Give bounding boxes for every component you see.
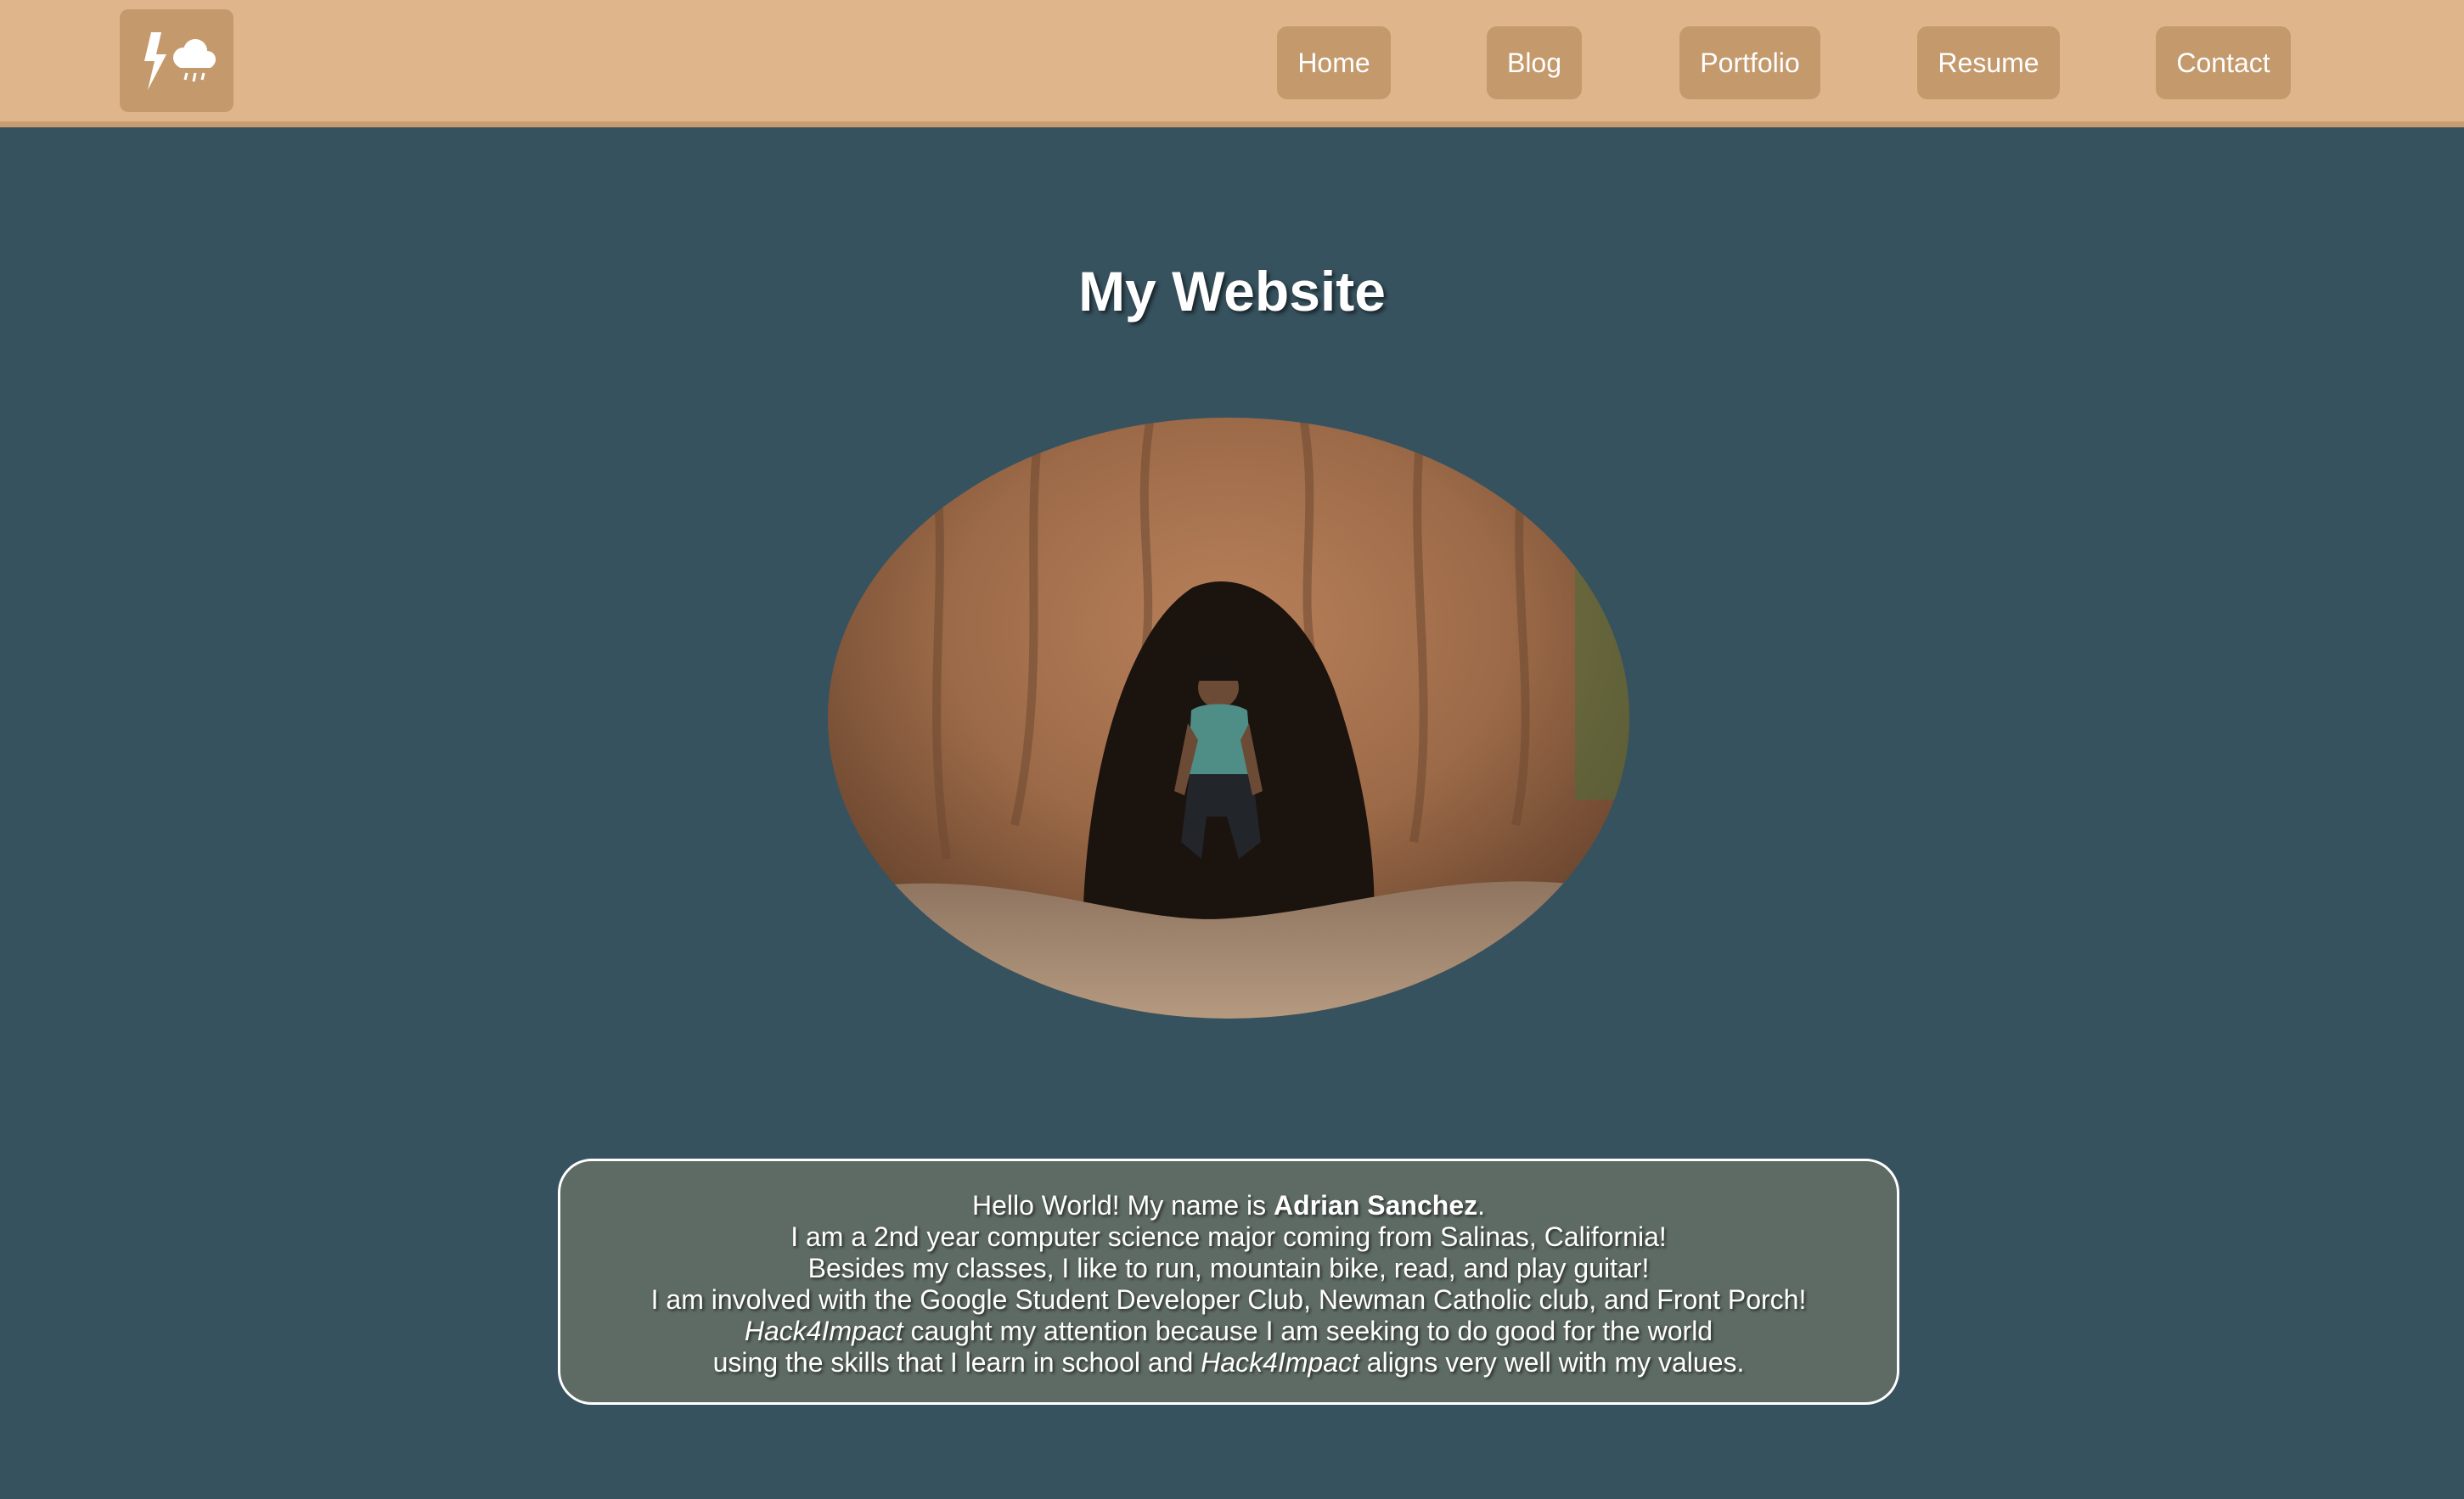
bio-box: Hello World! My name is Adrian Sanchez. … xyxy=(558,1159,1899,1405)
nav-blog-button[interactable]: Blog xyxy=(1487,26,1582,99)
nav-home-button[interactable]: Home xyxy=(1277,26,1391,99)
bio-line-greeting: Hello World! My name is Adrian Sanchez. xyxy=(971,1190,1485,1221)
bio-line-major: I am a 2nd year computer science major c… xyxy=(790,1221,1667,1252)
redwood-photo-illustration xyxy=(828,418,1629,1019)
nav-contact-button[interactable]: Contact xyxy=(2156,26,2291,99)
top-navbar: Home Blog Portfolio Resume Contact xyxy=(0,0,2464,127)
bio-line-hack4impact: Hack4Impact caught my attention because … xyxy=(744,1316,1713,1346)
nav-portfolio-button[interactable]: Portfolio xyxy=(1679,26,1820,99)
logo-button[interactable] xyxy=(120,9,233,112)
author-name: Adrian Sanchez xyxy=(1274,1190,1478,1221)
bio-line-values: using the skills that I learn in school … xyxy=(712,1347,1745,1378)
nav-resume-button[interactable]: Resume xyxy=(1917,26,2060,99)
page-title: My Website xyxy=(1078,260,1386,323)
bio-line-clubs: I am involved with the Google Student De… xyxy=(650,1284,1807,1315)
bio-line-hobbies: Besides my classes, I like to run, mount… xyxy=(807,1253,1650,1283)
lightning-cloud-icon xyxy=(144,31,216,90)
profile-photo xyxy=(828,418,1629,1019)
